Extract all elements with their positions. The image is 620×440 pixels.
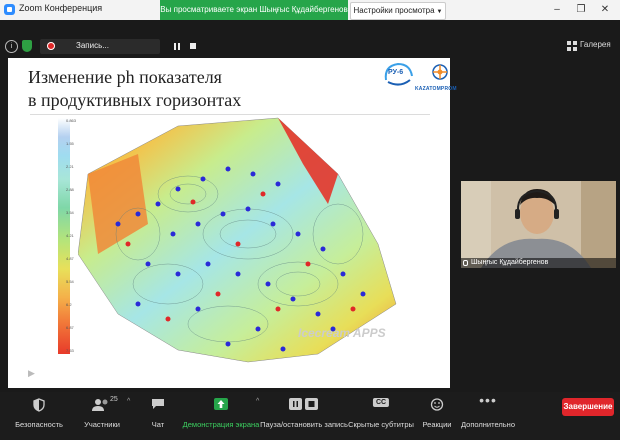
maximize-button[interactable]: ❐ xyxy=(570,2,592,18)
share-banner: Вы просматриваете экран Шыңғыс Құдайберг… xyxy=(160,0,348,20)
participants-icon xyxy=(92,399,108,411)
participant-name-tag: Шыңғыс Құдайбергенов xyxy=(461,258,616,268)
info-icon[interactable]: i xyxy=(5,40,18,53)
captions-button[interactable]: CC Скрытые субтитры xyxy=(348,392,414,440)
chevron-down-icon: ▼ xyxy=(436,9,443,15)
reactions-button[interactable]: Реакции xyxy=(420,392,454,440)
recording-control-button[interactable]: Пауза/остановить запись xyxy=(260,392,348,440)
title-bar: Zoom Конференция Вы просматриваете экран… xyxy=(0,0,620,20)
chat-button[interactable]: Чат xyxy=(140,392,176,440)
view-options-label: Настройки просмотра xyxy=(353,6,435,15)
gallery-view-icon[interactable] xyxy=(567,41,577,51)
color-scale-tick: 3.54 xyxy=(66,210,74,215)
color-scale-tick: 6.2 xyxy=(66,302,72,307)
captions-icon: CC xyxy=(372,398,390,407)
kazatomprom-logo-text: KAZATOMPROM xyxy=(415,86,457,92)
participant-video[interactable] xyxy=(461,181,616,268)
participants-caret-icon[interactable]: ^ xyxy=(127,398,130,405)
more-dots-icon: ••• xyxy=(479,392,497,408)
encryption-shield-icon[interactable] xyxy=(22,40,32,52)
captions-label: Скрытые субтитры xyxy=(348,420,414,429)
participant-image xyxy=(461,181,616,268)
participant-name: Шыңғыс Құдайбергенов xyxy=(471,259,549,266)
chat-label: Чат xyxy=(151,420,165,429)
recording-control-label: Пауза/остановить запись xyxy=(260,420,348,429)
reactions-label: Реакции xyxy=(422,420,452,429)
color-scale-tick: 7.53 xyxy=(66,348,74,353)
window-title: Zoom Конференция xyxy=(19,3,103,13)
security-label: Безопасность xyxy=(15,420,63,429)
more-button[interactable]: ••• Дополнительно xyxy=(461,392,515,440)
shared-screen-slide: Изменение ph показателя в продуктивных го… xyxy=(8,58,457,388)
color-scale-tick: 2.21 xyxy=(66,164,74,169)
close-button[interactable]: ✕ xyxy=(594,2,616,18)
color-scale-tick: 5.54 xyxy=(66,279,74,284)
slide-title-line-2: в продуктивных горизонтах xyxy=(28,90,242,110)
view-options-button[interactable]: Настройки просмотра ▼ xyxy=(350,2,446,20)
icecream-watermark: Icecream APPS xyxy=(298,326,386,340)
participants-label: Участники xyxy=(84,420,120,429)
slide-nav-arrow-icon[interactable]: ▶ xyxy=(28,368,35,379)
color-scale-tick: 0.863 xyxy=(66,118,77,123)
pause-stop-icon xyxy=(289,398,318,410)
slide-title: Изменение ph показателя в продуктивных го… xyxy=(28,66,241,112)
chat-icon xyxy=(152,399,164,409)
gallery-view-label[interactable]: Галерея xyxy=(580,40,611,49)
share-caret-icon[interactable]: ^ xyxy=(256,398,259,405)
share-screen-button[interactable]: Демонстрация экрана xyxy=(183,392,259,440)
more-label: Дополнительно xyxy=(461,420,515,429)
ru6-logo-text: РУ-6 xyxy=(388,69,404,76)
participants-count: 25 xyxy=(110,396,118,403)
end-meeting-button[interactable]: Завершение xyxy=(562,398,614,416)
security-button[interactable]: Безопасность xyxy=(14,392,64,440)
share-screen-icon xyxy=(214,398,228,410)
microphone-icon xyxy=(463,260,468,266)
meeting-toolbar: Безопасность 25 Участники ^ Чат Демонстр… xyxy=(0,392,620,440)
color-scale-tick: 2.88 xyxy=(66,187,74,192)
stop-recording-icon[interactable] xyxy=(190,43,196,49)
minimize-button[interactable]: – xyxy=(546,2,568,18)
color-scale-tick: 4.87 xyxy=(66,256,74,261)
slide-title-line-1: Изменение ph показателя xyxy=(28,67,222,87)
pause-recording-icon[interactable] xyxy=(174,43,180,50)
share-screen-label: Демонстрация экрана xyxy=(182,420,260,429)
color-scale-tick: 4.21 xyxy=(66,233,74,238)
shield-icon xyxy=(33,398,45,412)
record-dot-icon xyxy=(47,42,55,50)
recording-label: Запись... xyxy=(76,41,109,50)
smiley-icon xyxy=(430,398,444,411)
participants-button[interactable]: 25 Участники xyxy=(76,392,128,440)
color-scale-tick: 1.55 xyxy=(66,141,74,146)
zoom-logo-icon xyxy=(4,4,15,15)
color-scale-tick: 6.87 xyxy=(66,325,74,330)
recording-indicator: Запись... xyxy=(40,39,196,54)
